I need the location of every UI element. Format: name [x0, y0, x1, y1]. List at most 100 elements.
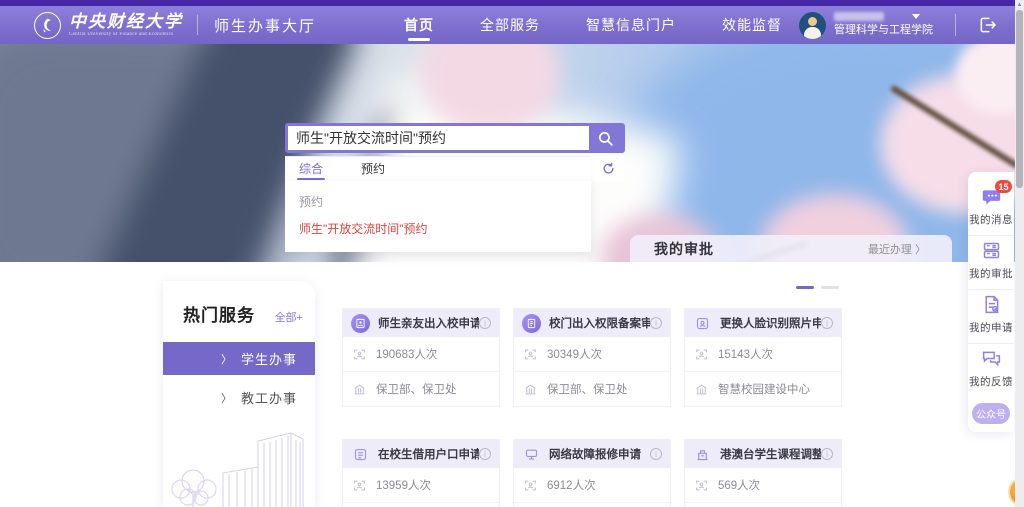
refresh-icon[interactable] [593, 156, 624, 181]
quick-sidebar: 15 我的消息 我的审批 我的申请 我的反馈 公众号 [968, 172, 1014, 432]
search-tab-general[interactable]: 综合 [299, 156, 323, 181]
hot-services-title: 热门服务 [183, 301, 255, 326]
usage-count-icon [353, 348, 366, 361]
service-icon-entry-apply [351, 314, 370, 333]
university-name: 中央财经大学 Central University of Finance and… [69, 13, 183, 37]
user-college: 管理科学与工程学院 [834, 24, 933, 38]
service-card[interactable]: 在校生借用户口申请 i 13959人次 保卫部、保卫处 [342, 439, 500, 507]
service-card[interactable]: 更换人脸识别照片申请 i 15143人次 智慧校园建设中心 [684, 308, 842, 407]
service-dept-row: 智慧校园建设中心 [685, 371, 841, 406]
service-title: 网络故障报修申请 [549, 446, 641, 462]
pagination-dash-active[interactable] [796, 286, 814, 289]
service-card[interactable]: 港澳台学生课程调整... i 569人次 国际合作处、港澳台事务 [684, 439, 842, 507]
my-approval-panel: 我的审批 最近办理 〉 [630, 235, 952, 308]
service-icon-course-adjust [693, 445, 712, 464]
usage-count-icon [695, 479, 708, 492]
pagination-dash[interactable] [821, 286, 839, 289]
service-card[interactable]: 校门出入权限备案审批 i 30349人次 保卫部、保卫处 [513, 308, 671, 407]
info-icon[interactable]: i [821, 448, 833, 460]
banner-pagination [796, 286, 839, 289]
university-name-en: Central University of Finance and Econom… [69, 32, 183, 37]
search-bar [285, 123, 625, 153]
department-icon [524, 383, 537, 396]
info-icon[interactable]: i [479, 448, 491, 460]
info-icon[interactable]: i [479, 317, 491, 329]
service-icon-household [351, 445, 370, 464]
department-icon [353, 383, 366, 396]
service-usage-row: 569人次 [685, 468, 841, 502]
service-title: 更换人脸识别照片申请 [720, 315, 821, 331]
my-approval-body [630, 262, 952, 308]
portal-title: 师生办事大厅 [214, 15, 316, 36]
department-icon [695, 383, 708, 396]
search-scope-tabs: 综合 预约 [285, 156, 591, 181]
search-suggestions: 预约 师生"开放交流时间"预约 [285, 181, 591, 252]
my-approval-title: 我的审批 [654, 239, 714, 259]
service-usage-row: 6912人次 [514, 468, 670, 502]
hot-services-panel: 热门服务 全部+ 〉 学生办事 〉 教工办事 [163, 281, 315, 507]
official-account-button[interactable]: 公众号 [972, 403, 1010, 424]
message-count-badge: 15 [995, 180, 1012, 193]
user-avatar[interactable] [799, 12, 826, 39]
usage-count: 569人次 [718, 477, 760, 493]
usage-count: 6912人次 [547, 477, 596, 493]
usage-count: 30349人次 [547, 346, 602, 362]
service-title: 在校生借用户口申请 [378, 446, 479, 462]
service-title: 港澳台学生课程调整... [720, 446, 821, 462]
service-card[interactable]: 网络故障报修申请 i 6912人次 智慧校园建设中心 [513, 439, 671, 507]
usage-count: 190683人次 [376, 346, 437, 362]
scrollbar-track[interactable]: ▲ [1015, 0, 1024, 507]
tab-student-services[interactable]: 〉 学生办事 [163, 342, 315, 375]
university-logo[interactable]: 中央财经大学 Central University of Finance and… [34, 12, 183, 39]
recent-handled-link[interactable]: 最近办理 〉 [868, 241, 926, 257]
tab-staff-services[interactable]: 〉 教工办事 [163, 381, 315, 414]
service-usage-row: 30349人次 [514, 337, 670, 371]
usage-count-icon [353, 479, 366, 492]
info-icon[interactable]: i [650, 317, 662, 329]
feedback-bubbles-icon [981, 348, 1002, 369]
nav-item-supervision[interactable]: 效能监督 [722, 6, 782, 44]
scrollbar-up-arrow[interactable]: ▲ [1016, 1, 1023, 9]
user-divider [955, 14, 956, 36]
service-dept-row: 保卫部、保卫处 [343, 502, 499, 507]
user-info[interactable]: 管理科学与工程学院 [834, 12, 933, 38]
user-area: 管理科学与工程学院 [799, 12, 998, 39]
service-usage-row: 190683人次 [343, 337, 499, 371]
usage-count: 13959人次 [376, 477, 431, 493]
suggestion-item-highlighted[interactable]: 师生"开放交流时间"预约 [285, 215, 591, 242]
info-icon[interactable]: i [650, 448, 662, 460]
sidebar-item-feedback[interactable]: 我的反馈 [968, 343, 1014, 397]
chevron-right-icon: 〉 [221, 390, 233, 406]
department: 保卫部、保卫处 [547, 381, 628, 397]
search-button[interactable] [589, 126, 622, 150]
service-icon-face-photo [693, 314, 712, 333]
chevron-down-icon[interactable] [912, 14, 920, 19]
suggestion-item[interactable]: 预约 [285, 188, 591, 215]
service-dept-row: 国际合作处、港澳台事务 [685, 502, 841, 507]
service-title: 校门出入权限备案审批 [549, 315, 650, 331]
main-nav: 首页 全部服务 智慧信息门户 效能监督 [404, 6, 782, 44]
usage-count: 15143人次 [718, 346, 773, 362]
service-card[interactable]: 师生亲友出入校申请 i 190683人次 保卫部、保卫处 [342, 308, 500, 407]
service-title: 师生亲友出入校申请 [378, 315, 479, 331]
sidebar-item-messages[interactable]: 15 我的消息 [968, 182, 1014, 235]
service-dept-row: 保卫部、保卫处 [343, 371, 499, 406]
my-approval-header: 我的审批 最近办理 〉 [630, 235, 952, 262]
service-usage-row: 13959人次 [343, 468, 499, 502]
nav-item-all-services[interactable]: 全部服务 [480, 6, 540, 44]
info-icon[interactable]: i [821, 317, 833, 329]
search-input[interactable] [288, 126, 589, 150]
university-seal-icon [34, 12, 61, 39]
sidebar-item-applications[interactable]: 我的申请 [968, 289, 1014, 343]
logout-icon[interactable] [978, 15, 998, 35]
hot-services-all-link[interactable]: 全部+ [275, 309, 303, 325]
nav-item-home[interactable]: 首页 [404, 6, 434, 44]
nav-item-info-portal[interactable]: 智慧信息门户 [586, 6, 676, 44]
top-navbar: 中央财经大学 Central University of Finance and… [0, 6, 1024, 44]
service-dept-row: 保卫部、保卫处 [514, 371, 670, 406]
approval-list-icon [981, 240, 1002, 261]
scrollbar-thumb[interactable] [1016, 10, 1023, 188]
sidebar-item-approvals[interactable]: 我的审批 [968, 235, 1014, 289]
search-tab-booking[interactable]: 预约 [361, 156, 385, 181]
logo-divider [197, 15, 198, 35]
